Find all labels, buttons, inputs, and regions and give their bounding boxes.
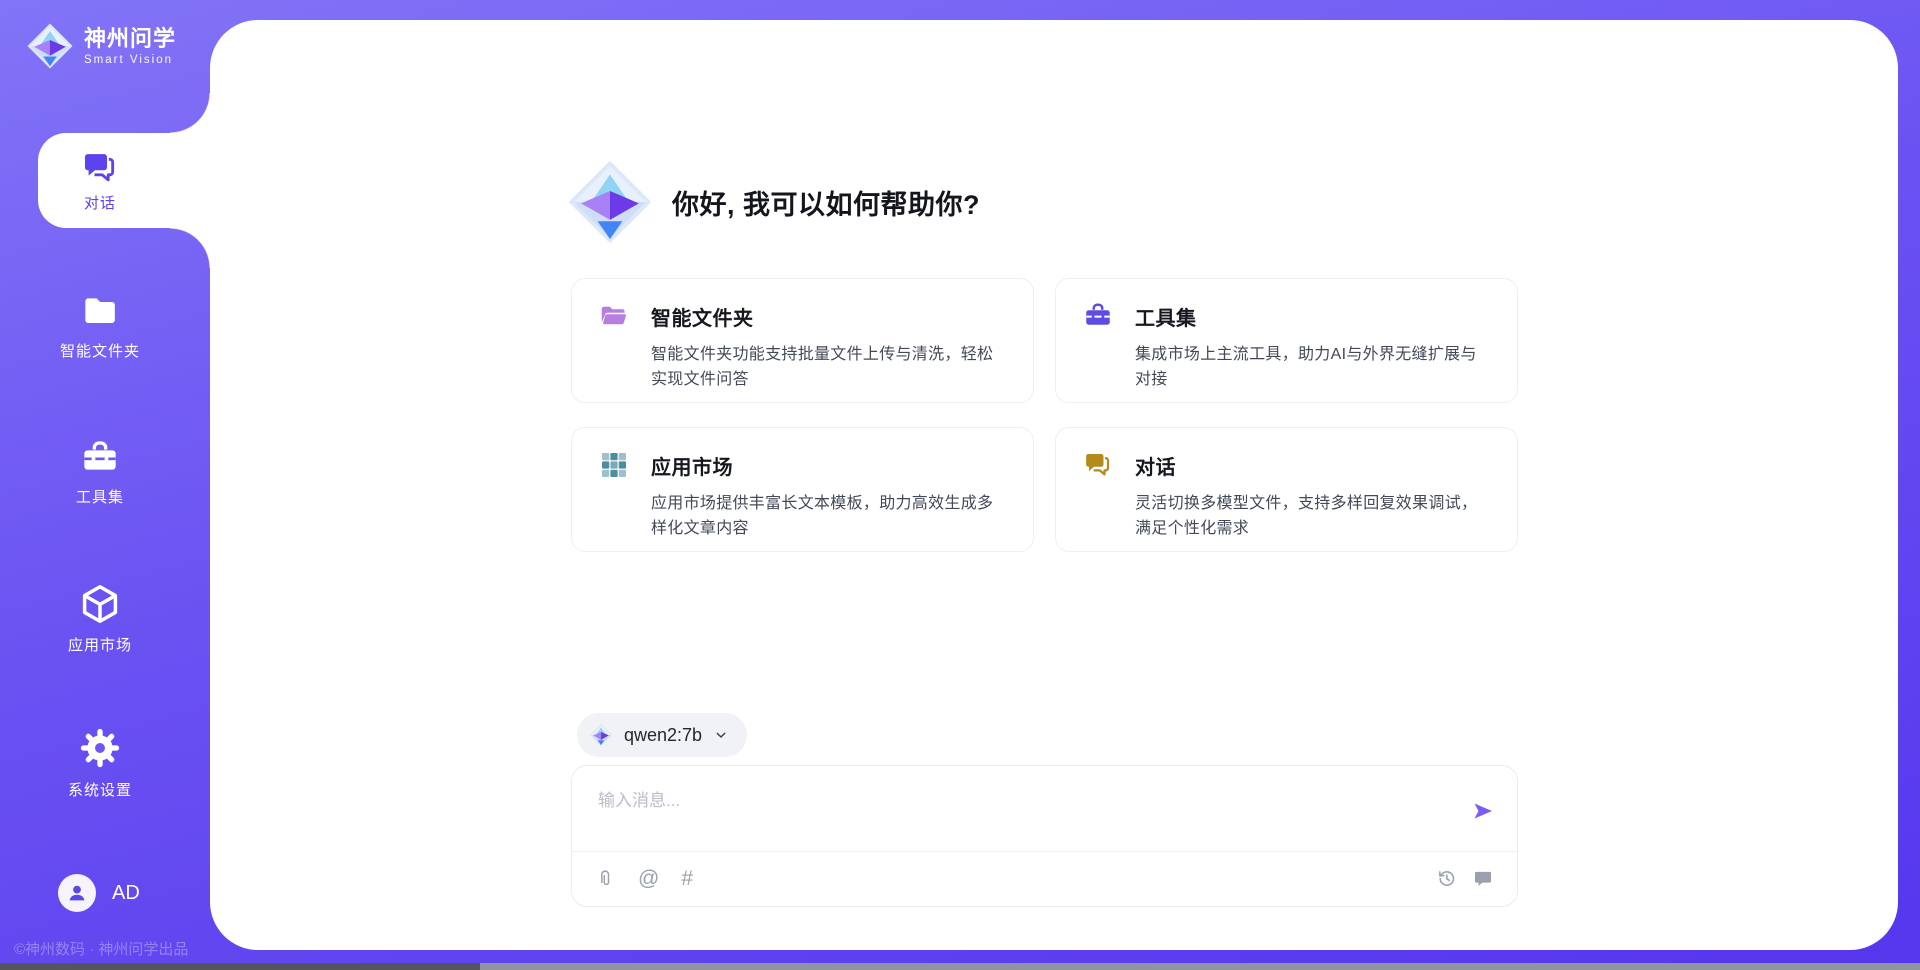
- model-selector[interactable]: qwen2:7b: [577, 713, 747, 757]
- sidebar-item-toolset[interactable]: 工具集: [0, 438, 200, 507]
- hashtag-button[interactable]: #: [681, 868, 693, 889]
- sidebar-item-label: 应用市场: [68, 634, 132, 655]
- user-menu[interactable]: AD: [58, 874, 140, 912]
- message-bubble-icon: [1473, 869, 1493, 889]
- copyright-footer: ©神州数码 · 神州问学出品: [14, 938, 188, 959]
- history-button[interactable]: [1436, 868, 1457, 889]
- attach-file-button[interactable]: [596, 869, 616, 889]
- card-description: 应用市场提供丰富长文本模板，助力高效生成多样化文章内容: [651, 491, 1005, 541]
- card-description: 灵活切换多模型文件，支持多样回复效果调试，满足个性化需求: [1135, 491, 1489, 541]
- main-panel: 你好, 我可以如何帮助你? 智能文件夹 智能文件夹功能支持批量文件上传与清洗，轻…: [210, 20, 1898, 950]
- toolbox-icon: [1083, 301, 1113, 331]
- mention-button[interactable]: @: [638, 868, 659, 889]
- card-title: 智能文件夹: [651, 302, 754, 331]
- folder-icon: [80, 292, 120, 332]
- card-app-market[interactable]: 应用市场 应用市场提供丰富长文本模板，助力高效生成多样化文章内容: [571, 427, 1034, 552]
- sidebar-item-app-market[interactable]: 应用市场: [0, 582, 200, 655]
- chevron-down-icon: [713, 727, 729, 743]
- card-title: 工具集: [1135, 302, 1197, 331]
- history-icon: [1436, 868, 1457, 889]
- send-button[interactable]: [1471, 799, 1495, 823]
- chat-bubbles-icon: [81, 149, 119, 187]
- cube-icon: [78, 582, 122, 626]
- message-input[interactable]: [572, 766, 1517, 849]
- sidebar-item-chat[interactable]: 对话: [38, 133, 210, 228]
- person-icon: [65, 881, 89, 905]
- greeting-title: 你好, 我可以如何帮助你?: [672, 183, 980, 222]
- sidebar-item-label: 对话: [84, 192, 116, 213]
- chat-bubbles-icon: [1083, 450, 1113, 480]
- sidebar-item-label: 智能文件夹: [60, 340, 140, 361]
- new-chat-button[interactable]: [1473, 869, 1493, 889]
- window-bottom-edge: [0, 963, 1920, 970]
- gear-icon: [77, 725, 123, 771]
- card-smart-folder[interactable]: 智能文件夹 智能文件夹功能支持批量文件上传与清洗，轻松实现文件问答: [571, 278, 1034, 403]
- assistant-gem-icon: [566, 158, 654, 246]
- greeting: 你好, 我可以如何帮助你?: [566, 158, 980, 246]
- brand-subtitle: Smart Vision: [84, 54, 176, 66]
- toolbox-icon: [80, 438, 120, 478]
- user-name: AD: [112, 882, 140, 905]
- app-grid-icon: [599, 450, 629, 480]
- brand-name: 神州问学: [84, 27, 176, 51]
- card-description: 智能文件夹功能支持批量文件上传与清洗，轻松实现文件问答: [651, 342, 1005, 392]
- card-chat[interactable]: 对话 灵活切换多模型文件，支持多样回复效果调试，满足个性化需求: [1055, 427, 1518, 552]
- card-title: 应用市场: [651, 451, 733, 480]
- folder-open-icon: [599, 301, 629, 331]
- sidebar-item-smart-folder[interactable]: 智能文件夹: [0, 292, 200, 361]
- card-toolset[interactable]: 工具集 集成市场上主流工具，助力AI与外界无缝扩展与对接: [1055, 278, 1518, 403]
- brand-gem-icon: [26, 22, 74, 70]
- avatar: [58, 874, 96, 912]
- message-composer: @ #: [571, 765, 1518, 907]
- model-gem-icon: [589, 723, 613, 747]
- model-name: qwen2:7b: [624, 725, 702, 746]
- send-icon: [1471, 799, 1495, 823]
- sidebar-item-settings[interactable]: 系统设置: [0, 725, 200, 800]
- feature-cards: 智能文件夹 智能文件夹功能支持批量文件上传与清洗，轻松实现文件问答 工具集 集成…: [571, 278, 1518, 552]
- sidebar: 神州问学 Smart Vision 对话 智能文件夹: [0, 0, 210, 970]
- card-title: 对话: [1135, 451, 1176, 480]
- composer-toolbar: @ #: [572, 851, 1517, 907]
- paperclip-icon: [596, 869, 616, 889]
- card-description: 集成市场上主流工具，助力AI与外界无缝扩展与对接: [1135, 342, 1489, 392]
- sidebar-item-label: 工具集: [76, 486, 124, 507]
- brand-logo: 神州问学 Smart Vision: [26, 22, 176, 70]
- sidebar-item-label: 系统设置: [68, 779, 132, 800]
